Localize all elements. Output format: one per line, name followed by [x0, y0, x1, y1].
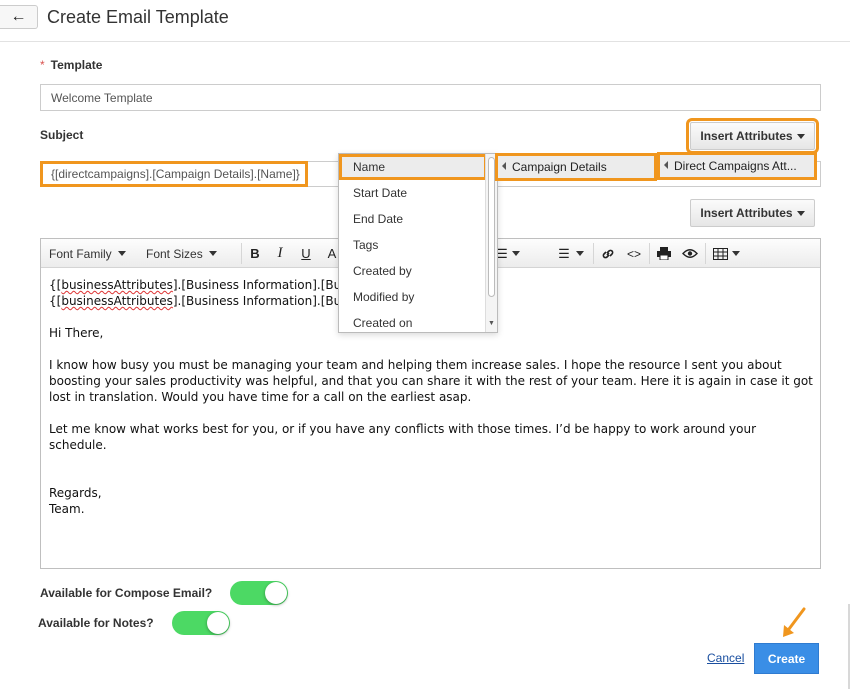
attribute-option-tags[interactable]: Tags [339, 232, 487, 258]
caret-down-icon [796, 210, 805, 216]
notes-label: Available for Notes? [38, 616, 154, 630]
subject-input[interactable]: {[directcampaigns].[Campaign Details].[N… [40, 161, 308, 187]
required-mark: * [40, 58, 45, 72]
print-icon[interactable] [653, 243, 675, 264]
pointer-arrow-icon [783, 607, 806, 637]
table-caret[interactable] [729, 243, 743, 264]
caret-down-icon [796, 133, 805, 139]
bullet-list-caret[interactable] [509, 243, 523, 264]
toggle-knob [265, 582, 287, 604]
attribute-option-end-date[interactable]: End Date [339, 206, 487, 232]
caret-down-icon [576, 251, 584, 256]
regards-text: Regards, [49, 486, 102, 500]
underline-button[interactable]: U [295, 243, 317, 264]
template-name-input[interactable]: Welcome Template [40, 84, 821, 111]
numbered-list-icon[interactable]: ☰ [553, 243, 575, 264]
attributes-dropdown[interactable]: Name Start Date End Date Tags Created by… [338, 153, 498, 333]
back-button[interactable]: ← [0, 5, 38, 29]
page-header: ← Create Email Template [0, 0, 850, 42]
subject-label: Subject [40, 128, 84, 142]
arrow-left-icon: ← [10, 8, 27, 25]
caret-down-icon [512, 251, 520, 256]
subject-insert-attributes-button[interactable]: Insert Attributes [686, 118, 819, 154]
create-button[interactable]: Create [754, 643, 819, 674]
attribute-option-start-date[interactable]: Start Date [339, 180, 487, 206]
attribute-option-created-on[interactable]: Created on [339, 310, 487, 332]
caret-down-icon [117, 251, 126, 256]
triangle-left-icon [502, 162, 506, 170]
compose-email-toggle[interactable] [230, 581, 288, 605]
notes-toggle[interactable] [172, 611, 230, 635]
attribute-option-created-by[interactable]: Created by [339, 258, 487, 284]
scroll-down-icon[interactable]: ▼ [488, 320, 495, 327]
attribute-option-modified-by[interactable]: Modified by [339, 284, 487, 310]
submenu-campaign-details[interactable]: Campaign Details [495, 153, 657, 181]
link-icon[interactable] [597, 243, 619, 264]
caret-down-icon [732, 251, 740, 256]
compose-email-label: Available for Compose Email? [40, 586, 213, 600]
triangle-left-icon [664, 161, 668, 169]
bold-button[interactable]: B [244, 243, 266, 264]
body-paragraph-1: I know how busy you must be managing you… [49, 358, 813, 404]
page-title: Create Email Template [47, 7, 229, 27]
caret-down-icon [208, 251, 217, 256]
team-text: Team. [49, 502, 85, 516]
numbered-list-caret[interactable] [573, 243, 587, 264]
preview-eye-icon[interactable] [679, 243, 701, 264]
body-insert-attributes-button[interactable]: Insert Attributes [690, 199, 815, 227]
template-label: * Template [40, 58, 103, 72]
font-sizes-select[interactable]: Font Sizes [146, 243, 217, 264]
font-family-select[interactable]: Font Family [49, 243, 126, 264]
source-code-icon[interactable]: <> [623, 243, 645, 264]
toggle-knob [207, 612, 229, 634]
cancel-link[interactable]: Cancel [707, 651, 744, 665]
table-icon[interactable] [709, 243, 731, 264]
submenu-direct-campaigns[interactable]: Direct Campaigns Att... [657, 152, 817, 180]
italic-button[interactable]: I [269, 243, 291, 264]
attribute-option-name[interactable]: Name [339, 154, 487, 180]
body-paragraph-2: Let me know what works best for you, or … [49, 422, 756, 452]
scrollbar-thumb[interactable] [488, 157, 495, 297]
